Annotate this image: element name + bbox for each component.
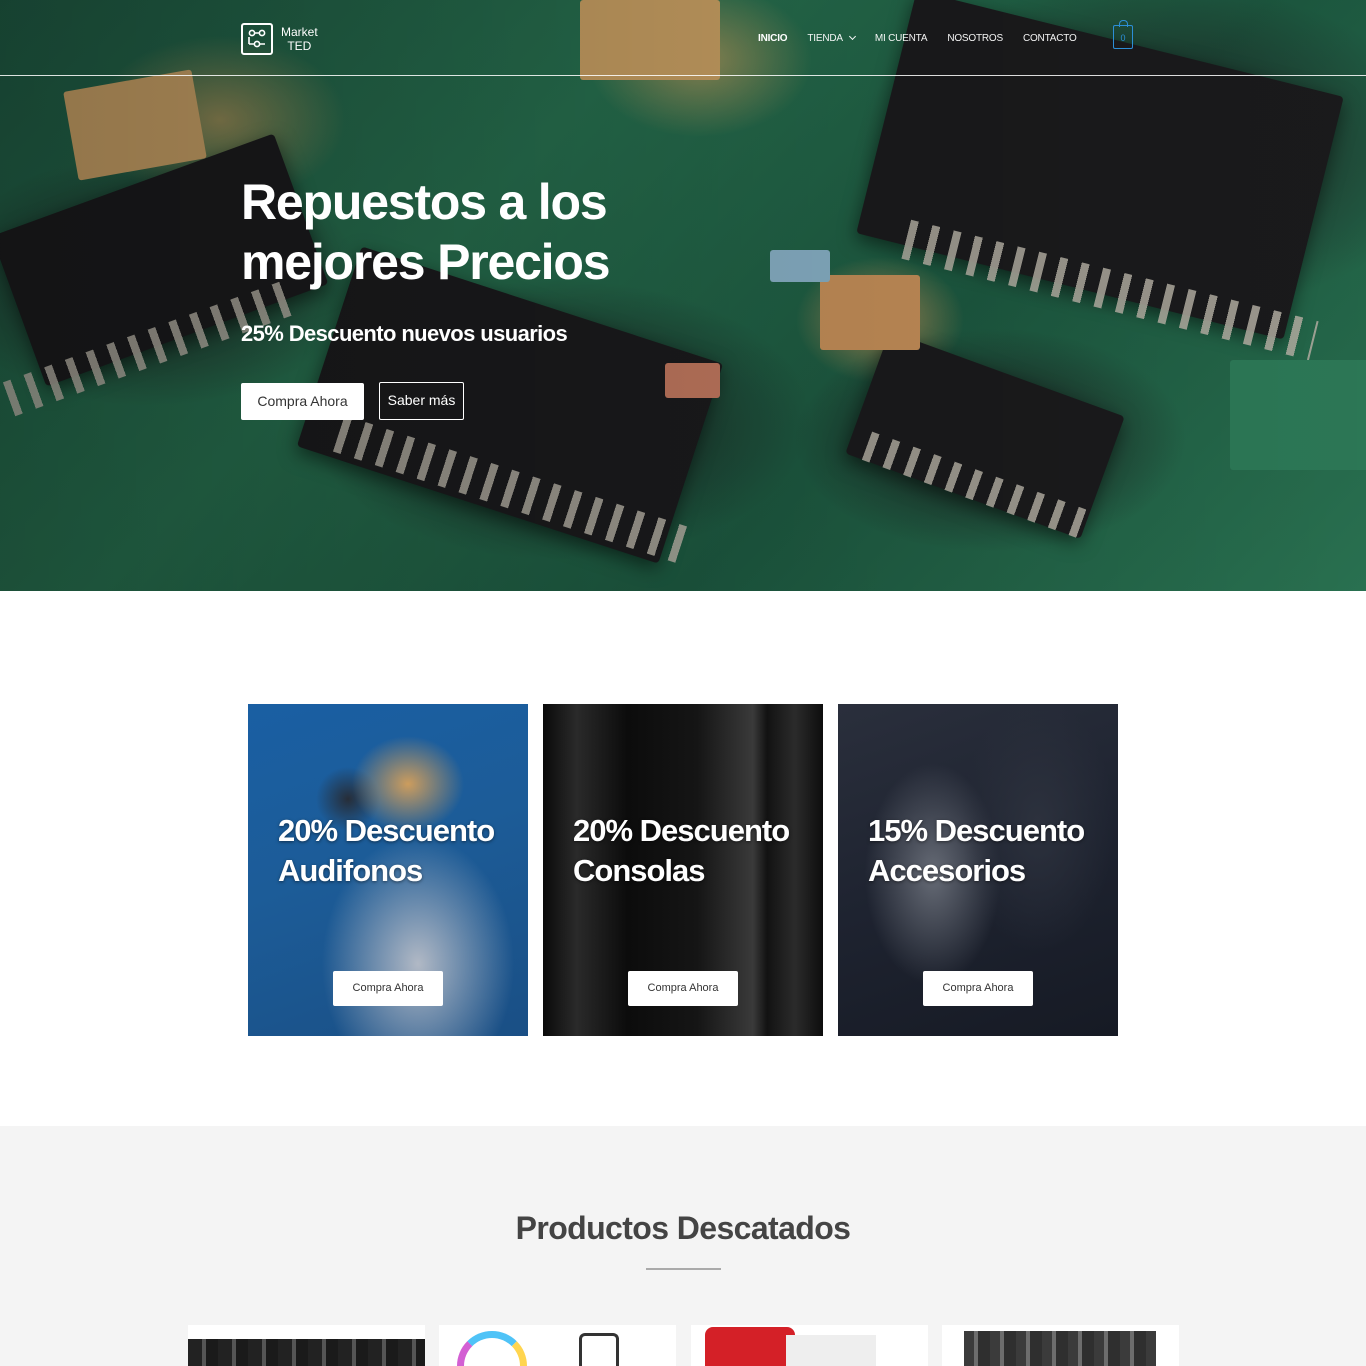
product-card-3[interactable] [691, 1325, 928, 1366]
promo-title: 15% Descuento Accesorios [868, 811, 1108, 891]
product-image-phone-holder [579, 1333, 619, 1366]
promo-buy-button[interactable]: Compra Ahora [628, 971, 738, 1006]
cart-icon[interactable]: 0 [1113, 20, 1133, 49]
promo-title: 20% Descuento Consolas [573, 811, 813, 891]
product-image-package [705, 1327, 795, 1366]
promo-title-line-1: 15% Descuento [868, 813, 1085, 848]
site-header: Market TED INICIO TIENDA MI CUENTA NOSOT… [0, 0, 1366, 76]
hero-learn-more-button[interactable]: Saber más [379, 382, 464, 420]
product-image-box [786, 1335, 876, 1366]
hero-title: Repuestos a los mejores Precios [241, 172, 761, 292]
nav-item-inicio[interactable]: INICIO [758, 33, 788, 44]
promo-title-line-2: Consolas [573, 853, 706, 888]
hero-title-line-2: mejores Precios [241, 234, 611, 290]
cart-count: 0 [1120, 33, 1126, 43]
featured-title: Productos Descatados [515, 1210, 851, 1246]
logo-circuit-icon [241, 23, 273, 55]
chevron-down-icon [848, 32, 856, 41]
promo-title: 20% Descuento Audifonos [278, 811, 518, 891]
nav-item-mi-cuenta[interactable]: MI CUENTA [875, 33, 928, 44]
promo-card-audifonos[interactable]: 20% Descuento Audifonos Compra Ahora [248, 704, 528, 1036]
product-image-mainboard [964, 1331, 1156, 1366]
nav-item-contacto[interactable]: CONTACTO [1023, 33, 1077, 44]
hero-buy-button[interactable]: Compra Ahora [241, 383, 364, 420]
promo-buy-button[interactable]: Compra Ahora [333, 971, 443, 1006]
product-image-motherboard [188, 1339, 425, 1366]
promo-title-line-2: Audifonos [278, 853, 423, 888]
logo-text: Market TED [281, 25, 318, 53]
featured-divider [646, 1268, 721, 1270]
nav-item-tienda-label: TIENDA [807, 32, 843, 44]
logo-line-2: TED [287, 39, 312, 53]
main-nav: INICIO TIENDA MI CUENTA NOSOTROS CONTACT… [758, 31, 1097, 45]
hero-banner [0, 0, 1366, 591]
promo-title-line-2: Accesorios [868, 853, 1026, 888]
product-card-1[interactable] [188, 1325, 425, 1366]
promo-card-consolas[interactable]: 20% Descuento Consolas Compra Ahora [543, 704, 823, 1036]
product-image-ring-light [457, 1331, 527, 1366]
promo-buy-button[interactable]: Compra Ahora [923, 971, 1033, 1006]
promo-title-line-1: 20% Descuento [278, 813, 495, 848]
product-card-4[interactable] [942, 1325, 1179, 1366]
hero-subtitle: 25% Descuento nuevos usuarios [241, 321, 568, 346]
site-logo[interactable]: Market TED [241, 21, 341, 57]
product-card-2[interactable] [439, 1325, 676, 1366]
promo-title-line-1: 20% Descuento [573, 813, 790, 848]
nav-item-nosotros[interactable]: NOSOTROS [947, 33, 1003, 44]
nav-item-tienda[interactable]: TIENDA [807, 32, 856, 44]
promo-card-accesorios[interactable]: 15% Descuento Accesorios Compra Ahora [838, 704, 1118, 1036]
hero-title-line-1: Repuestos a los [241, 174, 608, 230]
logo-line-1: Market [281, 25, 318, 39]
